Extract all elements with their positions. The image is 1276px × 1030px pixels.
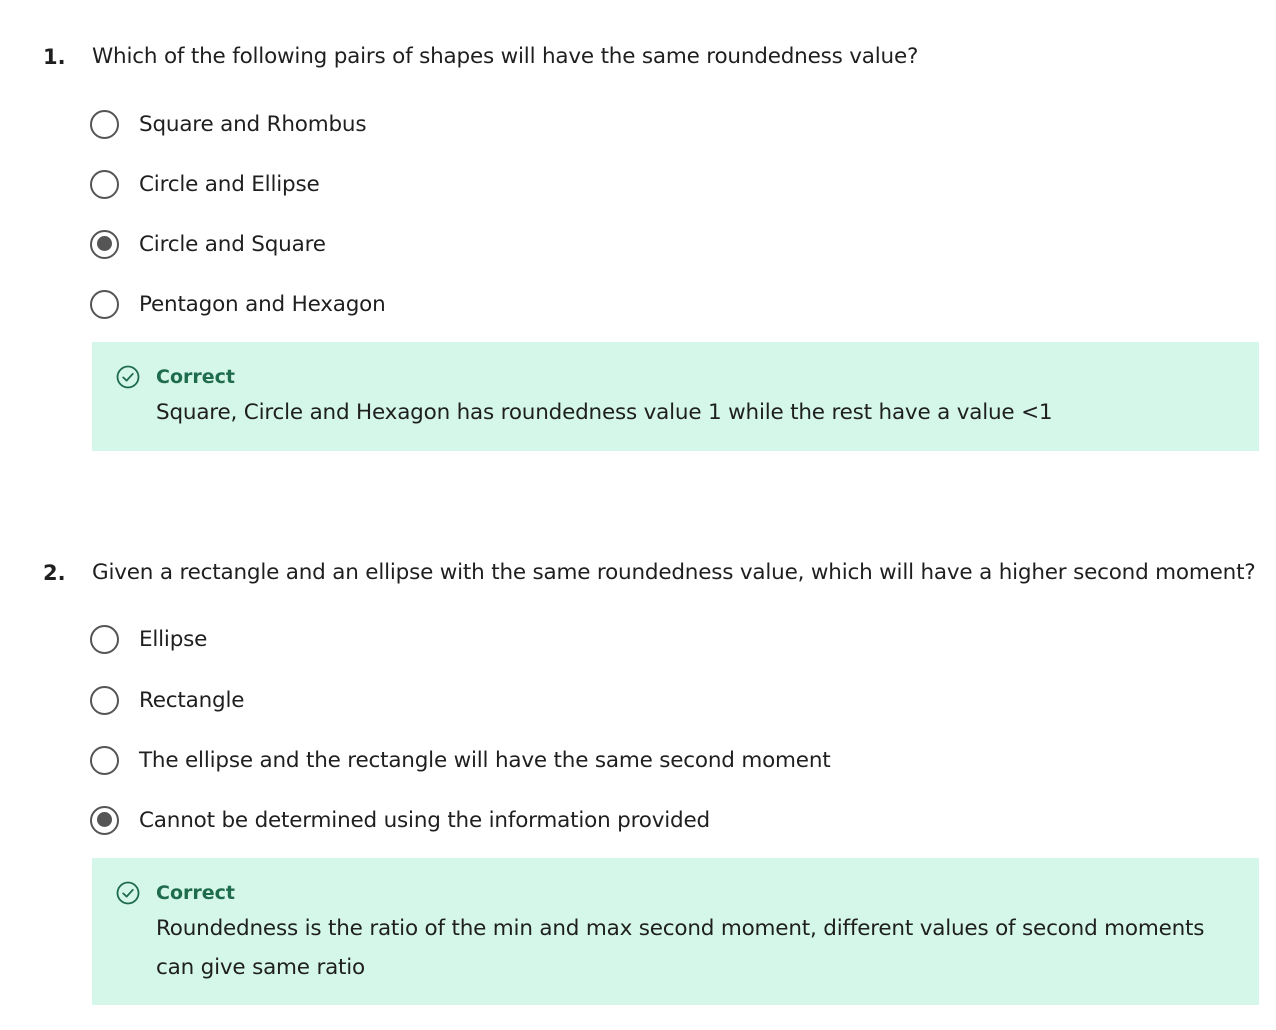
- feedback-box: Correct Roundedness is the ratio of the …: [92, 858, 1259, 1005]
- feedback-status: Correct: [156, 366, 235, 388]
- option-square-and-rhombus[interactable]: Square and Rhombus: [90, 107, 367, 141]
- check-circle-icon: [116, 881, 140, 905]
- radio-button[interactable]: [90, 624, 119, 654]
- option-label: Circle and Square: [139, 231, 326, 257]
- option-label: Rectangle: [139, 687, 245, 713]
- option-label: The ellipse and the rectangle will have …: [139, 747, 831, 773]
- question-number: 1.: [43, 45, 66, 69]
- option-label: Ellipse: [139, 626, 208, 652]
- feedback-explanation: Roundedness is the ratio of the min and …: [156, 916, 1205, 980]
- feedback-explanation: Square, Circle and Hexagon has roundedne…: [156, 400, 1053, 425]
- radio-button[interactable]: [90, 289, 119, 319]
- question-text: Given a rectangle and an ellipse with th…: [92, 560, 1256, 585]
- option-label: Square and Rhombus: [139, 111, 367, 137]
- option-label: Circle and Ellipse: [139, 171, 320, 197]
- option-ellipse[interactable]: Ellipse: [90, 622, 207, 656]
- check-circle-icon: [116, 365, 140, 389]
- feedback-status: Correct: [156, 882, 235, 904]
- option-rectangle[interactable]: Rectangle: [90, 683, 245, 717]
- radio-button[interactable]: [90, 109, 119, 139]
- option-label: Cannot be determined using the informati…: [139, 807, 710, 833]
- question-number: 2.: [43, 561, 66, 585]
- question-text: Which of the following pairs of shapes w…: [92, 44, 919, 69]
- radio-button[interactable]: [90, 745, 119, 775]
- feedback-box: Correct Square, Circle and Hexagon has r…: [92, 342, 1259, 451]
- option-circle-and-ellipse[interactable]: Circle and Ellipse: [90, 167, 320, 201]
- option-circle-and-square[interactable]: Circle and Square: [90, 227, 326, 261]
- option-same-second-moment[interactable]: The ellipse and the rectangle will have …: [90, 743, 831, 777]
- radio-button-selected[interactable]: [90, 229, 119, 259]
- radio-button-selected[interactable]: [90, 805, 119, 835]
- radio-button[interactable]: [90, 169, 119, 199]
- option-pentagon-and-hexagon[interactable]: Pentagon and Hexagon: [90, 287, 386, 321]
- radio-button[interactable]: [90, 685, 119, 715]
- option-cannot-be-determined[interactable]: Cannot be determined using the informati…: [90, 803, 710, 837]
- option-label: Pentagon and Hexagon: [139, 291, 386, 317]
